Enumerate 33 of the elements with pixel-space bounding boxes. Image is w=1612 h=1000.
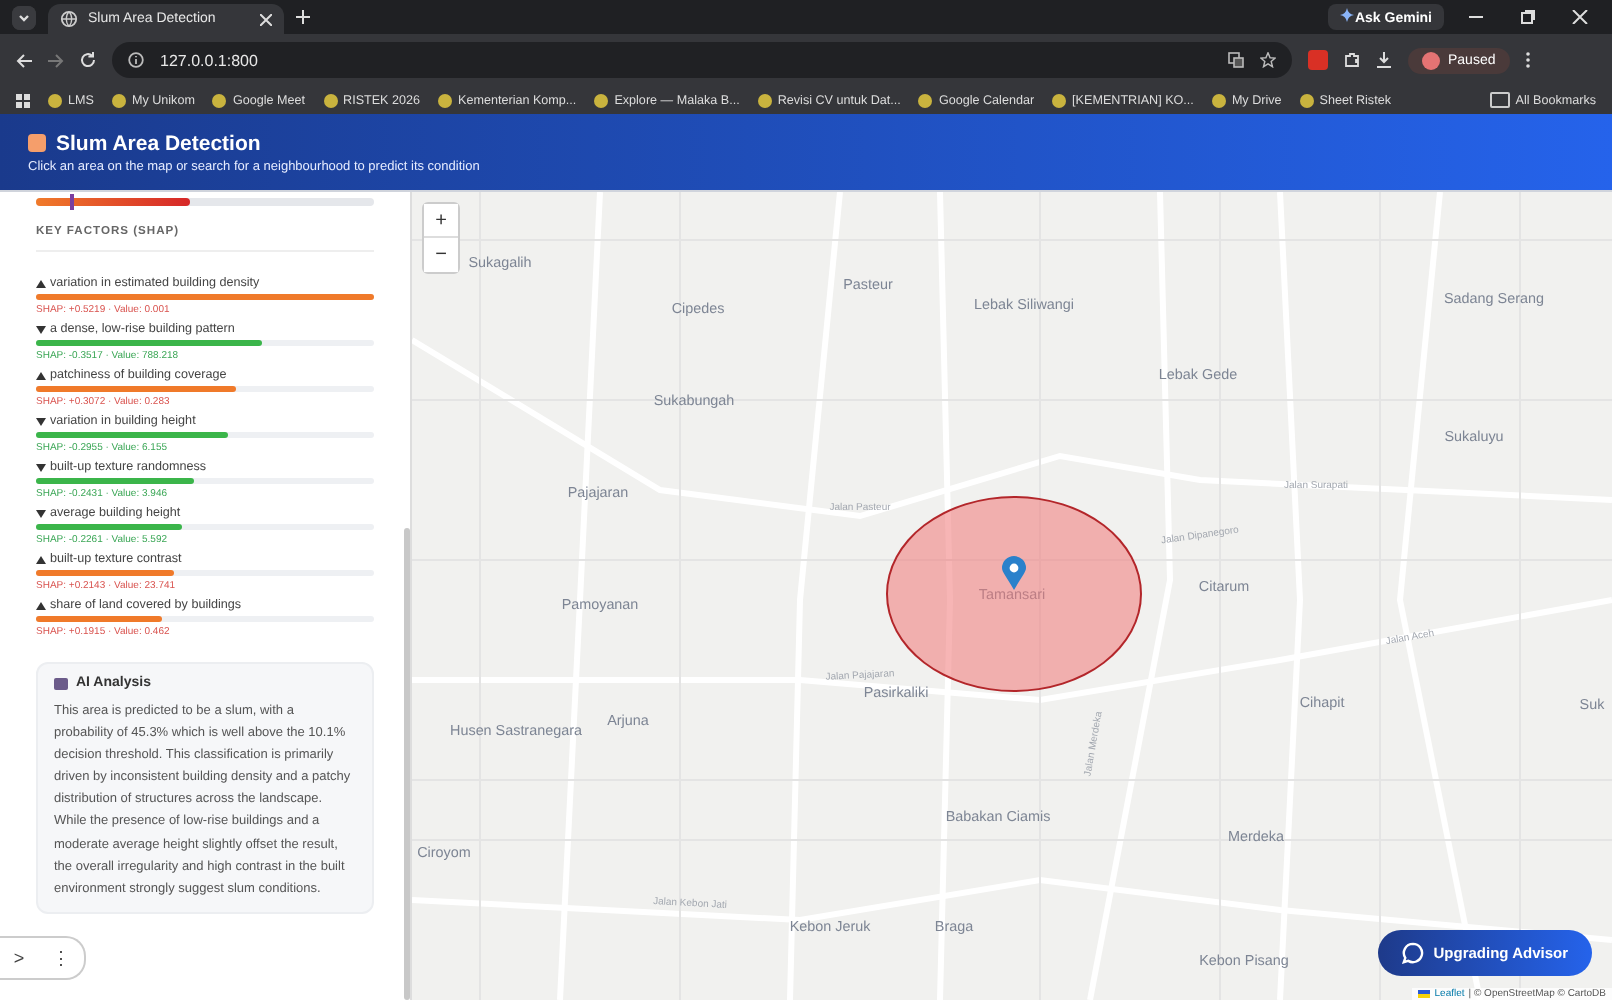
more-button[interactable]: ⋮ [52, 948, 71, 968]
triangle-down-icon [36, 417, 46, 425]
sparkle-icon [1340, 8, 1355, 22]
triangle-up-icon [36, 555, 46, 563]
address-bar[interactable]: 127.0.0.1:800 [112, 42, 1292, 78]
apps-grid-icon[interactable] [16, 93, 30, 107]
triangle-down-icon [36, 325, 46, 333]
triangle-up-icon [36, 279, 46, 287]
reload-icon[interactable] [80, 52, 96, 68]
chevron-down-icon[interactable] [12, 5, 36, 29]
triangle-down-icon [36, 509, 46, 517]
close-icon[interactable] [260, 13, 272, 25]
chat-icon [1401, 942, 1424, 964]
back-icon[interactable] [16, 53, 32, 67]
url-text: 127.0.0.1:800 [160, 51, 258, 69]
menu-icon[interactable] [1525, 52, 1530, 68]
zoom-in-button[interactable]: + [424, 204, 458, 238]
plus-icon[interactable] [296, 10, 310, 24]
globe-icon [60, 10, 78, 28]
forward-icon[interactable] [48, 53, 64, 67]
translate-icon[interactable] [1228, 52, 1244, 68]
app-title: Slum Area Detection [56, 131, 261, 155]
star-icon[interactable] [1260, 52, 1276, 68]
download-icon[interactable] [1376, 52, 1392, 68]
scrollbar-thumb[interactable] [404, 528, 410, 1000]
puzzle-icon[interactable] [1344, 52, 1360, 68]
info-icon[interactable] [128, 52, 144, 68]
triangle-up-icon [36, 371, 46, 379]
triangle-down-icon [36, 463, 46, 471]
map-pin-icon[interactable] [1002, 556, 1026, 592]
triangle-up-icon [36, 601, 46, 609]
flag-icon [1418, 990, 1431, 998]
expand-button[interactable]: > [13, 948, 25, 968]
